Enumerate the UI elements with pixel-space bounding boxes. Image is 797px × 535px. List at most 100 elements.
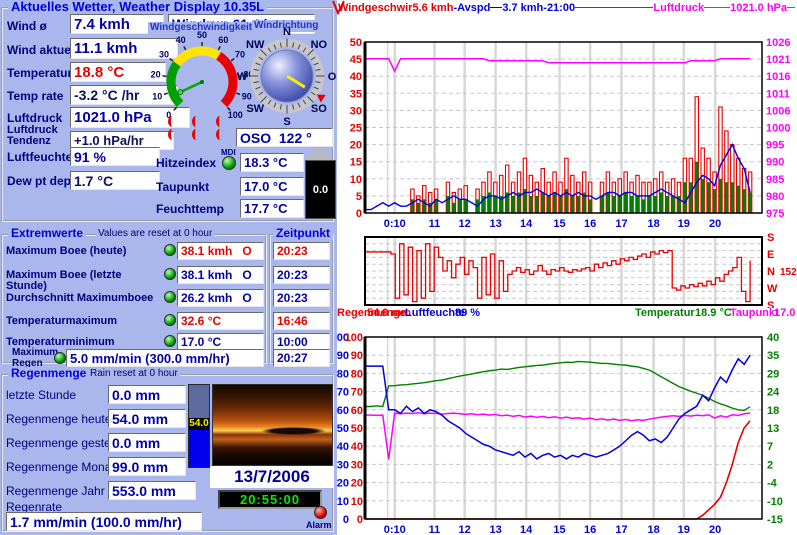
svg-text:-4: -4: [767, 478, 778, 490]
humidity-label: Luftfeuchte: [7, 151, 72, 164]
extremes-title: Extremwerte: [8, 227, 86, 240]
legend-humidity-value: 89 %: [455, 307, 480, 319]
bottom-chart-legend: Regenmenge 54.0 mm Luftfeuchte 89 % Temp…: [337, 307, 797, 322]
svg-text:70: 70: [337, 387, 349, 399]
svg-text:NO: NO: [311, 39, 328, 51]
svg-text:1011: 1011: [766, 88, 790, 100]
svg-text:975: 975: [766, 208, 784, 220]
svg-text:SO: SO: [311, 103, 327, 115]
clock-display: 20:55:00: [218, 490, 322, 509]
mountain-silhouette: [261, 427, 326, 435]
rate-gauge: 0.0: [305, 160, 336, 219]
svg-text:995: 995: [766, 140, 784, 152]
svg-text:90: 90: [351, 350, 363, 362]
svg-text:30: 30: [337, 459, 349, 471]
rain-row-value: 99.0 mm: [108, 457, 186, 476]
svg-text:100: 100: [345, 332, 363, 344]
svg-text:985: 985: [766, 174, 784, 186]
legend-dew-value: 17.0: [774, 307, 795, 319]
svg-text:35: 35: [350, 88, 362, 100]
svg-text:10: 10: [337, 496, 349, 508]
wind-pressure-chart[interactable]: 5045403530252015105010261021101610111006…: [337, 0, 797, 232]
rain-title: Regenmenge: [8, 367, 89, 380]
heat-index-value: 18.3 °C: [240, 153, 304, 172]
svg-text:10: 10: [350, 174, 362, 186]
rain-rate-value: 1.7 mm/min (100.0 mm/hr): [6, 512, 202, 531]
svg-text:13: 13: [489, 218, 501, 230]
svg-text:17: 17: [615, 524, 627, 535]
rain-bar-gauge: 54.0: [188, 384, 210, 468]
svg-text:SW: SW: [246, 103, 264, 115]
wind-direction-reading: OSO 122 °: [236, 128, 333, 147]
svg-text:80: 80: [337, 368, 349, 380]
svg-text:35: 35: [767, 350, 779, 362]
svg-text:NW: NW: [246, 39, 265, 51]
wetbulb-label: Feuchttemp: [156, 203, 224, 216]
extreme-row-time: 20:27: [273, 349, 330, 367]
svg-text:1021: 1021: [766, 54, 790, 66]
extreme-row-value: 38.1 kmh O: [177, 266, 264, 284]
extreme-row-value: 5.0 mm/min (300.0 mm/hr): [66, 349, 264, 367]
wind-direction-chart[interactable]: SENWS152: [337, 232, 797, 308]
svg-text:7: 7: [767, 441, 773, 453]
svg-text:20: 20: [709, 524, 721, 535]
svg-text:18: 18: [647, 218, 659, 230]
date-display: 13/7/2006: [210, 466, 334, 488]
svg-text:12: 12: [459, 524, 471, 535]
svg-text:40: 40: [767, 332, 779, 344]
svg-text:W: W: [767, 283, 778, 295]
svg-text:50: 50: [350, 37, 362, 49]
svg-text:980: 980: [766, 191, 784, 203]
svg-text:16: 16: [584, 524, 596, 535]
rain-drop-icon: [192, 129, 200, 140]
extreme-row-led: [54, 352, 66, 364]
rain-drop-icon: [192, 116, 200, 127]
svg-text:990: 990: [766, 157, 784, 169]
wind-avg-label: Wind ø: [7, 20, 47, 33]
dewpoint-depression-label: Dew pt depr.: [7, 175, 78, 188]
svg-text:90: 90: [337, 350, 349, 362]
svg-text:S: S: [283, 116, 290, 128]
svg-text:0:10: 0:10: [384, 218, 406, 230]
svg-text:20: 20: [350, 140, 362, 152]
rain-row-value: 0.0 mm: [108, 433, 186, 452]
svg-text:20: 20: [709, 218, 721, 230]
svg-text:20: 20: [351, 478, 363, 490]
extreme-row-value: 32.6 °C: [177, 312, 264, 330]
svg-text:24: 24: [767, 387, 780, 399]
svg-text:40: 40: [350, 71, 362, 83]
extreme-row-time: 16:46: [273, 312, 330, 330]
webcam-sunset-image[interactable]: [212, 384, 333, 466]
svg-text:60: 60: [218, 35, 228, 45]
svg-text:50: 50: [337, 423, 349, 435]
wind-current-label: Wind aktuell: [7, 44, 78, 57]
svg-text:60: 60: [351, 405, 363, 417]
temp-rate-label: Temp rate: [7, 90, 63, 103]
extreme-row-time: 20:23: [273, 242, 330, 260]
extreme-row-time: 20:23: [273, 266, 330, 284]
svg-text:20: 20: [151, 70, 161, 80]
svg-text:5: 5: [356, 191, 362, 203]
wind-direction-compass[interactable]: NNOOSOSSWWNW: [237, 26, 337, 132]
svg-text:15: 15: [553, 524, 565, 535]
extreme-row-led: [164, 244, 176, 256]
extreme-row-led: [164, 291, 176, 303]
svg-text:70: 70: [351, 387, 363, 399]
extremes-subtitle: Values are reset at 0 hour: [96, 228, 214, 240]
rain-row-label: letzte Stunde: [6, 389, 76, 402]
extreme-row-led: [164, 314, 176, 326]
alarm-label: Alarm: [306, 520, 332, 531]
dewpoint-value: 17.0 °C: [240, 177, 304, 196]
svg-text:0: 0: [357, 514, 363, 526]
svg-text:S: S: [767, 232, 774, 244]
times-title: Zeitpunkt: [273, 227, 333, 240]
temp-humidity-rain-chart[interactable]: 1001009090808070706060505040403030202010…: [337, 322, 797, 535]
svg-text:50: 50: [197, 30, 207, 40]
rate-gauge-pointer-icon: [306, 147, 332, 159]
rain-row-value: 0.0 mm: [108, 385, 186, 404]
svg-text:14: 14: [520, 218, 533, 230]
rain-bar-value: 54.0: [189, 418, 209, 430]
extreme-row-led: [164, 268, 176, 280]
heat-index-label: Hitzeindex: [156, 157, 216, 170]
svg-text:14: 14: [520, 524, 533, 535]
